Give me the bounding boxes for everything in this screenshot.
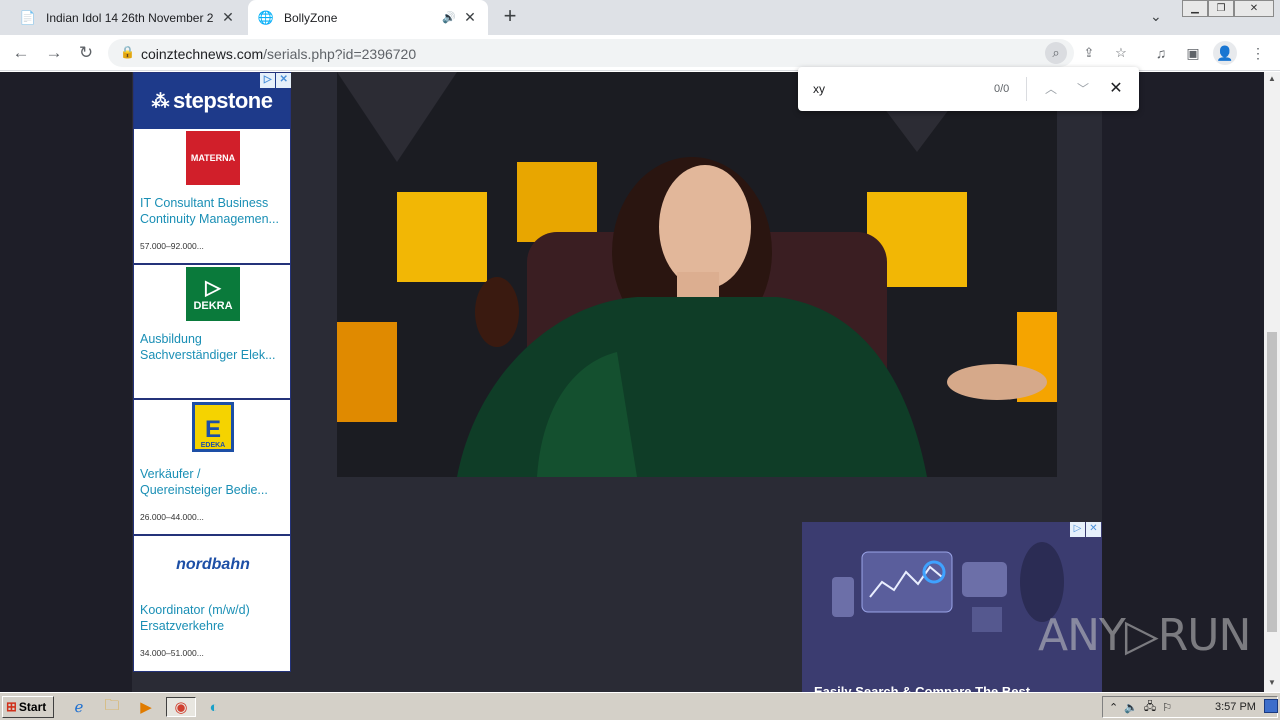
media-player-icon[interactable]: ▶ (135, 697, 157, 717)
tab-strip: 📄 Indian Idol 14 26th November 2023 · ✕ … (0, 0, 1280, 35)
tray-arrow-icon[interactable]: ⌃ (1109, 701, 1118, 714)
document-icon: 📄 (19, 9, 37, 25)
flag-icon[interactable]: ⚐ (1162, 701, 1172, 714)
job-title[interactable]: Koordinator (m/w/d) Ersatzverkehre (140, 602, 288, 634)
toolbar: ← → ↻ 🔒 coinztechnews.com/serials.php?id… (0, 35, 1280, 71)
system-tray: ⌃ 🔈 🖧 ⚐ 3:57 PM (1102, 696, 1278, 718)
brand-name: stepstone (173, 88, 273, 113)
reload-icon[interactable]: ↻ (74, 41, 98, 65)
job-ad-sidebar[interactable]: ⁂ stepstone ▷ ✕ MATERNA IT Consultant Bu… (133, 72, 291, 672)
speaker-icon[interactable]: 🔊 (442, 11, 456, 24)
close-window-button[interactable]: ✕ (1234, 0, 1274, 17)
chrome-icon[interactable]: ◉ (166, 697, 196, 717)
chevron-down-icon[interactable]: ⌄ (1150, 8, 1162, 25)
edge-icon[interactable]: ◐ (203, 697, 225, 717)
job-title[interactable]: Verkäufer / Quereinsteiger Bedie... (140, 466, 288, 498)
job-listing[interactable]: nordbahn Koordinator (m/w/d) Ersatzverke… (134, 535, 290, 671)
close-tab-icon[interactable]: ✕ (220, 9, 236, 26)
window-controls: ▁ ❐ ✕ (1182, 0, 1274, 18)
ad-caption[interactable]: Easily Search & Compare The Best (814, 684, 1030, 692)
video-player[interactable] (337, 72, 1057, 477)
star-icon[interactable]: ☆ (1110, 42, 1132, 64)
find-bar: xy 0/0 ︿ ﹀ ✕ (798, 67, 1139, 111)
find-input[interactable]: xy (813, 82, 825, 96)
close-tab-icon[interactable]: ✕ (462, 9, 478, 26)
globe-icon: 🌐 (257, 9, 275, 25)
video-frame-image (337, 72, 1057, 477)
job-title[interactable]: IT Consultant Business Continuity Manage… (140, 195, 288, 227)
edeka-logo: E EDEKA (192, 402, 234, 452)
lock-icon[interactable]: 🔒 (120, 45, 135, 59)
profile-icon[interactable]: 👤 (1213, 41, 1237, 65)
share-icon[interactable]: ⇪ (1078, 42, 1100, 64)
trading-ad[interactable]: ▷ ✕ Easily Search & Compare The Best (802, 522, 1102, 692)
close-ad-icon[interactable]: ✕ (276, 73, 291, 88)
chevron-up-icon[interactable]: ︿ (1040, 78, 1062, 100)
network-icon[interactable]: 🖧 (1144, 698, 1156, 717)
job-salary: 34.000–51.000... (140, 647, 204, 658)
job-listing[interactable]: E EDEKA Verkäufer / Quereinsteiger Bedie… (134, 400, 290, 536)
restore-button[interactable]: ❐ (1208, 0, 1234, 17)
job-listing[interactable]: ▷ DEKRA Ausbildung Sachverständiger Elek… (134, 264, 290, 400)
start-button[interactable]: ⊞ Start (2, 696, 54, 718)
job-listing[interactable]: MATERNA IT Consultant Business Continuit… (134, 129, 290, 265)
stepstone-header[interactable]: ⁂ stepstone ▷ ✕ (134, 73, 291, 129)
close-ad-icon[interactable]: ✕ (1086, 522, 1101, 537)
tab-title: Indian Idol 14 26th November 2023 · (46, 10, 214, 25)
adchoices-icon[interactable]: ▷ (260, 73, 275, 88)
media-icon[interactable]: ♫ (1149, 41, 1173, 65)
volume-icon[interactable]: 🔈 (1124, 701, 1138, 714)
adchoices-icon[interactable]: ▷ (1070, 522, 1085, 537)
scroll-thumb[interactable] (1267, 332, 1277, 632)
find-icon[interactable]: ⌕ (1045, 42, 1067, 64)
dekra-logo: ▷ DEKRA (186, 266, 240, 321)
job-title[interactable]: Ausbildung Sachverständiger Elek... (140, 331, 288, 363)
job-salary: 57.000–92.000... (140, 241, 204, 251)
tab-bollyzone[interactable]: 🌐 BollyZone 🔊 ✕ (248, 0, 488, 35)
chevron-down-icon[interactable]: ﹀ (1072, 78, 1094, 100)
close-icon[interactable]: ✕ (1105, 78, 1127, 100)
taskbar: ⊞ Start ℯ 🗀 ▶ ◉ ◐ ⌃ 🔈 🖧 ⚐ 3:57 PM (0, 692, 1280, 720)
windows-logo-icon: ⊞ (6, 699, 17, 714)
tab-title: BollyZone (284, 10, 338, 25)
scroll-up-icon[interactable]: ▲ (1264, 74, 1280, 88)
stepstone-logo-icon: ⁂ (151, 90, 170, 111)
job-salary: 26.000–44.000... (140, 512, 204, 522)
page-scrollbar[interactable]: ▲ ▼ (1264, 72, 1280, 692)
back-icon[interactable]: ← (9, 41, 33, 65)
new-tab-button[interactable]: + (498, 5, 522, 29)
minimize-button[interactable]: ▁ (1182, 0, 1208, 17)
side-panel-icon[interactable]: ▣ (1181, 41, 1205, 65)
nordbahn-logo: nordbahn (176, 555, 250, 573)
materna-logo: MATERNA (186, 131, 240, 185)
explorer-icon[interactable]: 🗀 (101, 697, 123, 717)
trading-ad-image (802, 522, 1102, 692)
find-match-count: 0/0 (994, 83, 1010, 95)
address-bar[interactable]: 🔒 coinztechnews.com/serials.php?id=23967… (108, 39, 1127, 67)
forward-icon[interactable]: → (42, 41, 66, 65)
page-viewport: ⁂ stepstone ▷ ✕ MATERNA IT Consultant Bu… (0, 72, 1264, 692)
anyrun-watermark: ANY▷RUN (1038, 610, 1251, 661)
tab-indian-idol[interactable]: 📄 Indian Idol 14 26th November 2023 · ✕ (10, 0, 246, 35)
menu-icon[interactable]: ⋮ (1246, 41, 1270, 65)
ie-icon[interactable]: ℯ (68, 697, 90, 717)
show-desktop-button[interactable] (1264, 699, 1278, 713)
scroll-down-icon[interactable]: ▼ (1264, 678, 1280, 692)
url-text[interactable]: coinztechnews.com/serials.php?id=2396720 (141, 46, 416, 62)
find-divider (1026, 77, 1027, 101)
clock[interactable]: 3:57 PM (1215, 701, 1256, 713)
